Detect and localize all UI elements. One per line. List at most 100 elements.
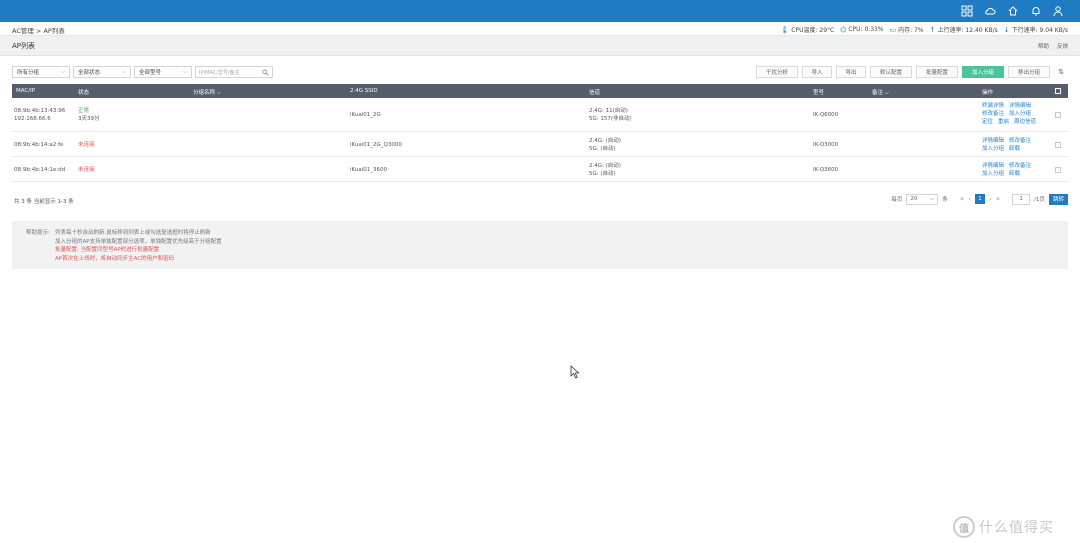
export-button[interactable]: 导出	[836, 66, 866, 78]
chevron-down-icon: ⌵	[61, 69, 65, 75]
breadcrumb: AC管理 > AP列表	[12, 27, 65, 35]
select-all-checkbox[interactable]	[1055, 88, 1061, 94]
tip-line: 列表每十秒自动刷新,鼠标移到列表上或勾选复选框时将停止刷新	[55, 230, 211, 236]
group-select[interactable]: 所有分组 ⌵	[12, 66, 70, 78]
col-ssid[interactable]: 2.4G SSID	[350, 88, 378, 94]
go-button[interactable]: 跳转	[1048, 193, 1068, 205]
filter-bar: 所有分组 ⌵ 全部状态 ⌵ 全部型号 ⌵ IP/MAC/型号/备注	[12, 66, 273, 78]
current-page-button[interactable]: 1	[975, 194, 986, 204]
ap-channel-24g: 2.4G: (自动)	[589, 138, 621, 144]
bell-icon[interactable]	[1030, 5, 1042, 17]
edit-remark-link[interactable]: 修改备注	[1009, 162, 1031, 170]
ap-mac: 08:9b:4b:13:43:96	[14, 108, 66, 114]
batch-config-button[interactable]: 批量配置	[916, 66, 958, 78]
col-status[interactable]: 状态	[78, 88, 89, 96]
model-select[interactable]: 全部型号 ⌵	[134, 66, 192, 78]
ap-model: IK-Q6000	[813, 112, 839, 118]
ap-channel-5g: 5G: (自动)	[589, 171, 616, 177]
default-config-button[interactable]: 默认配置	[870, 66, 912, 78]
col-remark[interactable]: 备注 ⌵	[872, 88, 889, 97]
ap-model: IK-Q3000	[813, 142, 839, 148]
thermometer-icon: 🌡	[780, 25, 790, 34]
chevron-down-icon: ⌵	[884, 90, 889, 96]
table-header: MAC/IP 状态 分组名称 ⌵ 2.4G SSID 信道 型号 备注 ⌵ 操作	[12, 84, 1068, 98]
top-navigation-bar	[0, 0, 1080, 22]
per-page-select[interactable]: 20 ⌵	[906, 193, 939, 205]
ap-model: IK-Q3600	[813, 167, 839, 173]
memory-usage: 内存: 7%	[898, 27, 924, 34]
search-icon[interactable]	[262, 69, 269, 76]
help-link[interactable]: 帮助	[1038, 42, 1049, 50]
col-ops: 操作	[982, 90, 994, 96]
total-pages: /1页	[1034, 197, 1045, 203]
add-to-group-button[interactable]: 加入分组	[962, 66, 1004, 78]
col-channel[interactable]: 信道	[589, 88, 600, 96]
edit-remark-link[interactable]: 修改备注	[1009, 137, 1031, 145]
page-header: AP列表 帮助 反馈	[0, 36, 1080, 56]
nearby-channel-link[interactable]: 周边信道	[1014, 118, 1036, 126]
ap-table: MAC/IP 状态 分组名称 ⌵ 2.4G SSID 信道 型号 备注 ⌵ 操作…	[12, 84, 1068, 182]
edit-remark-link[interactable]: 修改备注	[982, 110, 1004, 118]
watermark-logo: 值	[953, 516, 975, 538]
cpu-usage: CPU: 0.33%	[848, 26, 884, 33]
user-icon[interactable]	[1052, 5, 1064, 17]
ap-uptime: 3天39分	[78, 116, 100, 122]
edit-details-link[interactable]: 详情编辑	[982, 162, 1004, 170]
feedback-link[interactable]: 反馈	[1057, 42, 1068, 50]
row-checkbox[interactable]	[1055, 167, 1061, 173]
cpu-icon: ⌬	[840, 25, 847, 34]
ap-status: 正常	[78, 108, 90, 114]
edit-details-link[interactable]: 详情编辑	[982, 137, 1004, 145]
table-row[interactable]: 08:9b:4b:14:1e:dd 未连接 iKuai01_3600 2.4G:…	[12, 157, 1068, 182]
edit-details-link[interactable]: 详情编辑	[1009, 102, 1031, 110]
ap-ssid: iKuai01_2G_Q3000	[350, 142, 402, 148]
ap-status: 未连接	[78, 142, 95, 148]
ap-status: 未连接	[78, 167, 95, 173]
chevron-down-icon: ⌵	[930, 195, 935, 202]
col-group[interactable]: 分组名称 ⌵	[193, 88, 221, 97]
add-group-link[interactable]: 加入分组	[982, 145, 1004, 153]
ap-channel-5g: 5G: (自动)	[589, 146, 616, 152]
search-input[interactable]: IP/MAC/型号/备注	[195, 66, 273, 78]
ap-ssid: iKuai01_2G	[350, 112, 381, 118]
status-select[interactable]: 全部状态 ⌵	[73, 66, 131, 78]
row-checkbox[interactable]	[1055, 112, 1061, 118]
uninstall-link[interactable]: 卸载	[1009, 170, 1020, 178]
col-mac[interactable]: MAC/IP	[16, 88, 35, 94]
watermark-text: 什么值得买	[979, 520, 1054, 536]
interference-analysis-button[interactable]: 干扰分析	[756, 66, 798, 78]
apps-grid-icon[interactable]	[961, 5, 973, 17]
status-bar: AC管理 > AP列表 🌡 CPU温度: 29°C ⌬ CPU: 0.33% ▭ 内存…	[0, 22, 1080, 36]
row-checkbox[interactable]	[1055, 142, 1061, 148]
ap-mac: 08:9b:4b:14:a2:fe	[14, 142, 64, 148]
download-rate: 下行速率: 9.04 KB/s	[1011, 27, 1068, 34]
ap-channel-5g: 5G: 157(非自动)	[589, 116, 632, 122]
column-settings-icon[interactable]: ⇅	[1054, 66, 1068, 78]
tip-line: 加入分组的AP支持单独配置部分选项，单独配置优先级高于分组配置	[55, 239, 222, 245]
table-row[interactable]: 08:9b:4b:14:a2:fe 未连接 iKuai01_2G_Q3000 2…	[12, 132, 1068, 157]
first-page-icon[interactable]: «	[960, 195, 964, 203]
system-stats: 🌡 CPU温度: 29°C ⌬ CPU: 0.33% ▭ 内存: 7% ↑ 上行速率: …	[780, 25, 1068, 35]
col-model[interactable]: 型号	[813, 88, 824, 96]
import-button[interactable]: 导入	[802, 66, 832, 78]
prev-page-icon[interactable]: ‹	[968, 195, 971, 203]
uninstall-link[interactable]: 卸载	[1009, 145, 1020, 153]
locate-link[interactable]: 定位	[982, 118, 993, 126]
page-number-input[interactable]: 1	[1012, 193, 1031, 205]
home-icon[interactable]	[1007, 5, 1019, 17]
pagination: 每页 20 ⌵ 条 « ‹ 1 › » 1 /1页 跳转	[891, 193, 1068, 205]
mouse-cursor-icon	[570, 365, 580, 379]
client-details-link[interactable]: 终端详情	[982, 102, 1004, 110]
chevron-down-icon: ⌵	[122, 69, 126, 75]
add-group-link[interactable]: 加入分组	[1009, 110, 1031, 118]
record-count: 共 3 条 当前显示 1-3 条	[14, 199, 74, 205]
last-page-icon[interactable]: »	[996, 195, 1000, 203]
table-row[interactable]: 08:9b:4b:13:43:96 192.168.66.6 正常 3天39分 …	[12, 98, 1068, 132]
remove-from-group-button[interactable]: 移出分组	[1008, 66, 1050, 78]
arrow-up-icon: ↑	[929, 25, 936, 34]
ap-channel-24g: 2.4G: (自动)	[589, 163, 621, 169]
next-page-icon[interactable]: ›	[989, 195, 992, 203]
add-group-link[interactable]: 加入分组	[982, 170, 1004, 178]
reboot-link[interactable]: 重启	[998, 118, 1009, 126]
cloud-icon[interactable]	[984, 5, 996, 17]
